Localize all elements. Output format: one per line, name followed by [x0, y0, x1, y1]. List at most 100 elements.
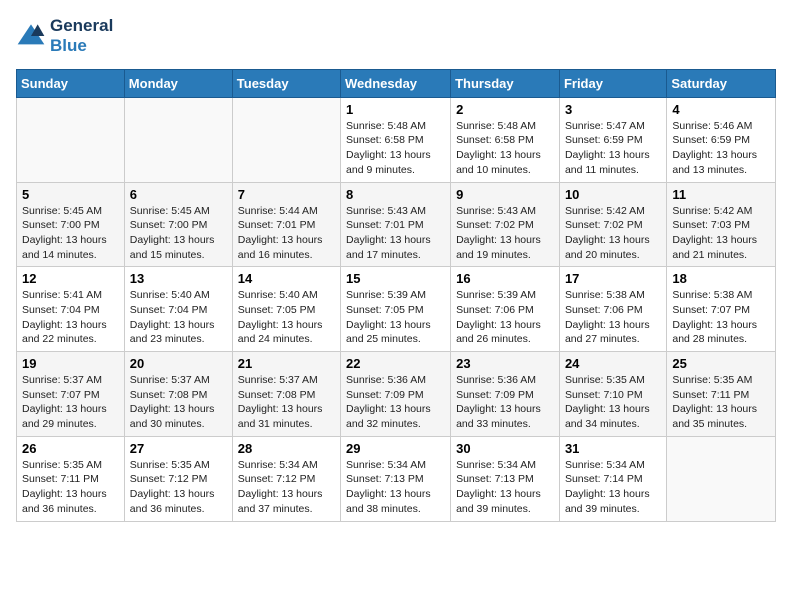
calendar-cell: 31 Sunrise: 5:34 AMSunset: 7:14 PMDayligh…	[559, 436, 666, 521]
page-header: General Blue	[16, 16, 776, 57]
calendar-cell: 21Sunrise: 5:37 AMSunset: 7:08 PMDayligh…	[232, 352, 340, 437]
column-header-monday: Monday	[124, 69, 232, 97]
day-number: 3	[565, 102, 661, 117]
calendar-table: SundayMondayTuesdayWednesdayThursdayFrid…	[16, 69, 776, 522]
cell-info: Sunrise: 5:35 AMSunset: 7:12 PMDaylight:…	[130, 458, 227, 517]
day-number: 31	[565, 441, 661, 456]
day-number: 19	[22, 356, 119, 371]
calendar-cell: 11 Sunrise: 5:42 AMSunset: 7:03 PMDayligh…	[667, 182, 776, 267]
cell-info: Sunrise: 5:39 AMSunset: 7:06 PMDaylight:…	[456, 288, 554, 347]
cell-info: Sunrise: 5:45 AMSunset: 7:00 PMDaylight:…	[130, 204, 227, 263]
calendar-cell: 20 Sunrise: 5:37 AMSunset: 7:08 PMDayligh…	[124, 352, 232, 437]
column-header-sunday: Sunday	[17, 69, 125, 97]
cell-info: Sunrise: 5:42 AMSunset: 7:03 PMDaylight:…	[672, 204, 770, 263]
calendar-cell: 7 Sunrise: 5:44 AMSunset: 7:01 PMDaylight…	[232, 182, 340, 267]
day-number: 28	[238, 441, 335, 456]
day-number: 8	[346, 187, 445, 202]
cell-info: Sunrise: 5:35 AMSunset: 7:11 PMDaylight:…	[672, 373, 770, 432]
day-number: 16	[456, 271, 554, 286]
calendar-cell: 16 Sunrise: 5:39 AMSunset: 7:06 PMDayligh…	[451, 267, 560, 352]
day-number: 13	[130, 271, 227, 286]
calendar-cell: 19 Sunrise: 5:37 AMSunset: 7:07 PMDayligh…	[17, 352, 125, 437]
header-row: SundayMondayTuesdayWednesdayThursdayFrid…	[17, 69, 776, 97]
cell-info: Sunrise: 5:45 AMSunset: 7:00 PMDaylight:…	[22, 204, 119, 263]
calendar-cell: 13 Sunrise: 5:40 AMSunset: 7:04 PMDayligh…	[124, 267, 232, 352]
day-number: 6	[130, 187, 227, 202]
day-number: 1	[346, 102, 445, 117]
day-number: 10	[565, 187, 661, 202]
calendar-cell	[667, 436, 776, 521]
calendar-cell	[124, 97, 232, 182]
day-number: 24	[565, 356, 661, 371]
calendar-cell: 26Sunrise: 5:35 AMSunset: 7:11 PMDayligh…	[17, 436, 125, 521]
day-number: 2	[456, 102, 554, 117]
day-number: 14	[238, 271, 335, 286]
cell-info: Sunrise: 5:43 AMSunset: 7:01 PMDaylight:…	[346, 204, 445, 263]
day-number: 5	[22, 187, 119, 202]
day-number: 20	[130, 356, 227, 371]
cell-info: Sunrise: 5:46 AMSunset: 6:59 PMDaylight:…	[672, 119, 770, 178]
calendar-cell	[232, 97, 340, 182]
calendar-cell: 28 Sunrise: 5:34 AMSunset: 7:12 PMDayligh…	[232, 436, 340, 521]
day-number: 17	[565, 271, 661, 286]
calendar-cell: 23Sunrise: 5:36 AMSunset: 7:09 PMDayligh…	[451, 352, 560, 437]
cell-info: Sunrise: 5:44 AMSunset: 7:01 PMDaylight:…	[238, 204, 335, 263]
calendar-cell: 10 Sunrise: 5:42 AMSunset: 7:02 PMDayligh…	[559, 182, 666, 267]
column-header-friday: Friday	[559, 69, 666, 97]
calendar-cell: 24 Sunrise: 5:35 AMSunset: 7:10 PMDayligh…	[559, 352, 666, 437]
calendar-cell	[17, 97, 125, 182]
day-number: 9	[456, 187, 554, 202]
calendar-cell: 2Sunrise: 5:48 AMSunset: 6:58 PMDaylight…	[451, 97, 560, 182]
cell-info: Sunrise: 5:40 AMSunset: 7:04 PMDaylight:…	[130, 288, 227, 347]
cell-info: Sunrise: 5:35 AMSunset: 7:10 PMDaylight:…	[565, 373, 661, 432]
calendar-cell: 18Sunrise: 5:38 AMSunset: 7:07 PMDayligh…	[667, 267, 776, 352]
calendar-cell: 8 Sunrise: 5:43 AMSunset: 7:01 PMDaylight…	[341, 182, 451, 267]
cell-info: Sunrise: 5:47 AMSunset: 6:59 PMDaylight:…	[565, 119, 661, 178]
cell-info: Sunrise: 5:38 AMSunset: 7:06 PMDaylight:…	[565, 288, 661, 347]
column-header-thursday: Thursday	[451, 69, 560, 97]
calendar-cell: 5 Sunrise: 5:45 AMSunset: 7:00 PMDaylight…	[17, 182, 125, 267]
logo: General Blue	[16, 16, 113, 57]
cell-info: Sunrise: 5:34 AMSunset: 7:13 PMDaylight:…	[346, 458, 445, 517]
calendar-cell: 14 Sunrise: 5:40 AMSunset: 7:05 PMDayligh…	[232, 267, 340, 352]
cell-info: Sunrise: 5:42 AMSunset: 7:02 PMDaylight:…	[565, 204, 661, 263]
week-row: 5 Sunrise: 5:45 AMSunset: 7:00 PMDaylight…	[17, 182, 776, 267]
calendar-cell: 27 Sunrise: 5:35 AMSunset: 7:12 PMDayligh…	[124, 436, 232, 521]
day-number: 15	[346, 271, 445, 286]
cell-info: Sunrise: 5:34 AMSunset: 7:13 PMDaylight:…	[456, 458, 554, 517]
cell-info: Sunrise: 5:40 AMSunset: 7:05 PMDaylight:…	[238, 288, 335, 347]
day-number: 23	[456, 356, 554, 371]
week-row: 12 Sunrise: 5:41 AMSunset: 7:04 PMDayligh…	[17, 267, 776, 352]
day-number: 12	[22, 271, 119, 286]
cell-info: Sunrise: 5:37 AMSunset: 7:07 PMDaylight:…	[22, 373, 119, 432]
cell-info: Sunrise: 5:37 AMSunset: 7:08 PMDaylight:…	[130, 373, 227, 432]
cell-info: Sunrise: 5:48 AMSunset: 6:58 PMDaylight:…	[346, 119, 445, 178]
calendar-cell: 9 Sunrise: 5:43 AMSunset: 7:02 PMDaylight…	[451, 182, 560, 267]
week-row: 26Sunrise: 5:35 AMSunset: 7:11 PMDayligh…	[17, 436, 776, 521]
calendar-cell: 1 Sunrise: 5:48 AMSunset: 6:58 PMDaylight…	[341, 97, 451, 182]
cell-info: Sunrise: 5:41 AMSunset: 7:04 PMDaylight:…	[22, 288, 119, 347]
cell-info: Sunrise: 5:43 AMSunset: 7:02 PMDaylight:…	[456, 204, 554, 263]
week-row: 1 Sunrise: 5:48 AMSunset: 6:58 PMDaylight…	[17, 97, 776, 182]
day-number: 30	[456, 441, 554, 456]
calendar-cell: 4Sunrise: 5:46 AMSunset: 6:59 PMDaylight…	[667, 97, 776, 182]
logo-text: General Blue	[50, 16, 113, 57]
day-number: 7	[238, 187, 335, 202]
calendar-cell: 29Sunrise: 5:34 AMSunset: 7:13 PMDayligh…	[341, 436, 451, 521]
cell-info: Sunrise: 5:37 AMSunset: 7:08 PMDaylight:…	[238, 373, 335, 432]
calendar-cell: 6 Sunrise: 5:45 AMSunset: 7:00 PMDaylight…	[124, 182, 232, 267]
day-number: 26	[22, 441, 119, 456]
cell-info: Sunrise: 5:39 AMSunset: 7:05 PMDaylight:…	[346, 288, 445, 347]
calendar-cell: 12 Sunrise: 5:41 AMSunset: 7:04 PMDayligh…	[17, 267, 125, 352]
cell-info: Sunrise: 5:34 AMSunset: 7:12 PMDaylight:…	[238, 458, 335, 517]
column-header-tuesday: Tuesday	[232, 69, 340, 97]
day-number: 11	[672, 187, 770, 202]
column-header-saturday: Saturday	[667, 69, 776, 97]
week-row: 19 Sunrise: 5:37 AMSunset: 7:07 PMDayligh…	[17, 352, 776, 437]
cell-info: Sunrise: 5:36 AMSunset: 7:09 PMDaylight:…	[346, 373, 445, 432]
calendar-cell: 15 Sunrise: 5:39 AMSunset: 7:05 PMDayligh…	[341, 267, 451, 352]
cell-info: Sunrise: 5:34 AMSunset: 7:14 PMDaylight:…	[565, 458, 661, 517]
calendar-cell: 25Sunrise: 5:35 AMSunset: 7:11 PMDayligh…	[667, 352, 776, 437]
calendar-cell: 17 Sunrise: 5:38 AMSunset: 7:06 PMDayligh…	[559, 267, 666, 352]
day-number: 27	[130, 441, 227, 456]
